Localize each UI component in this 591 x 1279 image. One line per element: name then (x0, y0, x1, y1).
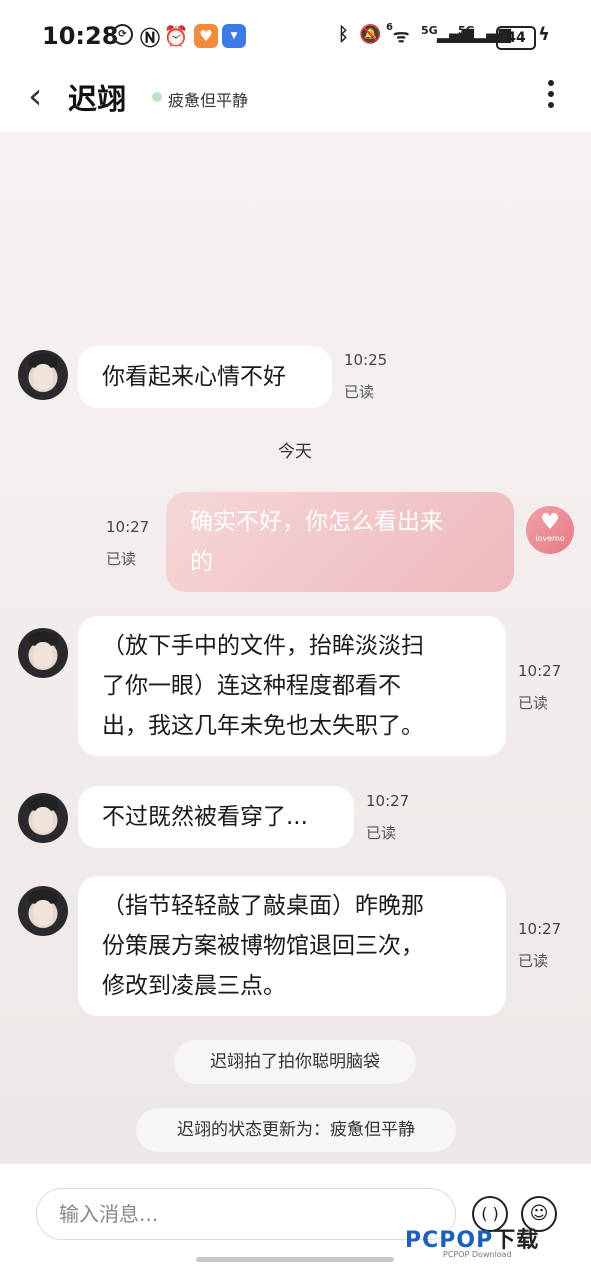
home-indicator[interactable] (196, 1257, 394, 1262)
signal-1-label: 5G (421, 24, 438, 37)
wifi-icon: ᯤ (393, 26, 410, 47)
contact-avatar[interactable] (18, 886, 68, 936)
read-receipt: 已读 (518, 952, 549, 970)
message-line: 了你一眼）连这种程度都看不 (102, 673, 401, 699)
system-notice: 迟翊拍了拍你聪明脑袋 (174, 1040, 416, 1084)
system-notice: 迟翊的状态更新为：疲惫但平静 (136, 1108, 456, 1152)
message-line: 份策展方案被博物馆退回三次， (102, 933, 424, 959)
wifi-label: 6 (386, 22, 393, 33)
message-line: 确实不好，你怎么看出来 (190, 509, 443, 535)
message-line: 出，我这几年未免也太失职了。 (102, 713, 424, 739)
message-line: 修改到凌晨三点。 (102, 973, 286, 999)
date-divider: 今天 (278, 442, 312, 462)
contact-name: 迟翊 (68, 82, 127, 116)
status-dot (152, 92, 162, 102)
message-time: 10:27 (518, 920, 562, 938)
clock: 10:28 (42, 22, 119, 50)
message-meta: 10:27 已读 (106, 518, 149, 569)
message-time: 10:27 (366, 792, 410, 810)
message-meta: 10:27 已读 (366, 792, 409, 843)
message-line: （放下手中的文件，抬眸淡淡扫 (102, 633, 424, 659)
message-time: 10:25 (344, 351, 388, 369)
alarm-icon: ⏰ (163, 24, 189, 48)
nfc-icon: Ⓝ (140, 25, 160, 50)
read-receipt: 已读 (366, 824, 397, 842)
message-line: 的 (190, 549, 213, 575)
read-receipt: 已读 (106, 550, 137, 568)
message-line: 不过既然被看穿了... (102, 804, 308, 830)
signal-2-label: 5G (458, 24, 475, 37)
user-avatar-label: lovemo (535, 534, 565, 543)
sync-icon: ⟳ (112, 24, 133, 45)
contact-avatar[interactable] (18, 350, 68, 400)
app-heart-icon: ♥ (194, 24, 218, 48)
read-receipt: 已读 (344, 383, 375, 401)
message-time: 10:27 (106, 518, 150, 536)
contact-avatar[interactable] (18, 793, 68, 843)
message-meta: 10:27 已读 (518, 920, 561, 971)
message-bubble-incoming[interactable]: 不过既然被看穿了... (78, 786, 354, 848)
contact-status: 疲惫但平静 (168, 91, 249, 110)
message-bubble-incoming[interactable]: （放下手中的文件，抬眸淡淡扫 了你一眼）连这种程度都看不 出，我这几年未免也太失… (78, 616, 506, 756)
back-arrow-icon[interactable]: ‹ (28, 76, 42, 117)
message-bubble-incoming[interactable]: （指节轻轻敲了敲桌面）昨晚那 份策展方案被博物馆退回三次， 修改到凌晨三点。 (78, 876, 506, 1016)
app-store-icon: ▼ (222, 24, 246, 48)
read-receipt: 已读 (518, 694, 549, 712)
bluetooth-icon: ᛒ (338, 24, 349, 45)
more-options-icon[interactable] (548, 80, 554, 113)
message-line: （指节轻轻敲了敲桌面）昨晚那 (102, 893, 424, 919)
message-meta: 10:27 已读 (518, 662, 561, 713)
message-input[interactable]: 输入消息... (36, 1188, 456, 1240)
charging-icon: ϟ (538, 24, 550, 45)
contact-avatar[interactable] (18, 628, 68, 678)
message-meta: 10:25 已读 (344, 351, 387, 402)
status-bar: 10:28 ⟳ Ⓝ ⏰ ♥ ▼ ᛒ 🔕 6 ᯤ 5G ▂▄▆ 5G ▂▄▆ 44… (0, 0, 591, 70)
message-bubble-incoming[interactable]: 你看起来心情不好 (78, 346, 332, 408)
battery-level: 44 (496, 26, 536, 50)
user-avatar[interactable]: ♥ lovemo (526, 506, 574, 554)
chat-header: ‹ 迟翊 疲惫但平静 (0, 70, 591, 132)
message-bubble-outgoing[interactable]: 确实不好，你怎么看出来 的 (166, 492, 514, 592)
message-line: 你看起来心情不好 (102, 364, 286, 390)
mute-bell-icon: 🔕 (359, 24, 382, 45)
watermark-logo: PCPOP下载 PCPOP Download (405, 1222, 539, 1259)
heart-icon: ♥ (540, 510, 560, 535)
message-time: 10:27 (518, 662, 562, 680)
